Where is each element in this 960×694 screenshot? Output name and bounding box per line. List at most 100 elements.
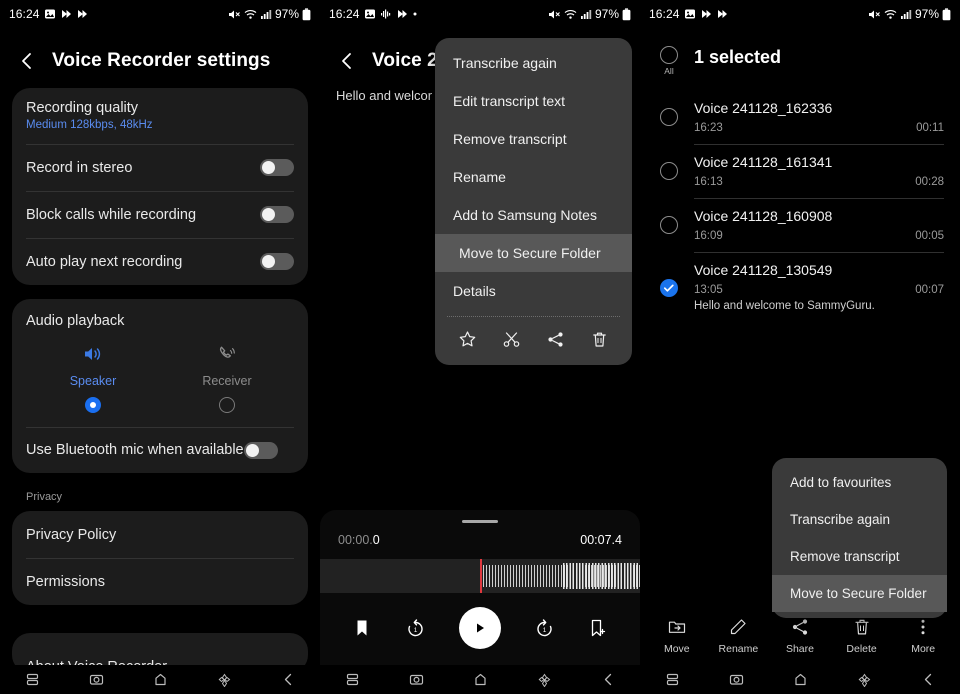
back-icon[interactable] (601, 672, 616, 687)
share-button[interactable]: Share (769, 617, 831, 655)
select-all-control[interactable]: All (660, 46, 678, 76)
battery-percent: 97% (274, 7, 299, 21)
item-checkbox-selected[interactable] (660, 279, 678, 297)
forward-10-icon[interactable]: 1 (534, 618, 555, 639)
popup-item-transcribe-again[interactable]: Transcribe again (772, 501, 947, 538)
item-checkbox[interactable] (660, 216, 678, 234)
back-icon[interactable] (921, 672, 936, 687)
status-bar: 16:24 97% (640, 0, 960, 28)
recents-icon[interactable] (665, 672, 680, 687)
back-icon[interactable] (281, 672, 296, 687)
delete-button[interactable]: Delete (831, 617, 893, 655)
list-item[interactable]: Voice 241128_161341 16:13 00:28 (640, 144, 960, 198)
recording-name: Voice 241128_160908 (694, 208, 833, 224)
add-bookmark-icon[interactable] (588, 618, 608, 638)
list-item[interactable]: Voice 241128_162336 16:23 00:11 (640, 90, 960, 144)
mute-icon (868, 8, 881, 21)
recording-duration: 00:11 (916, 122, 944, 134)
recording-time: 16:23 (694, 122, 723, 134)
play-button[interactable] (458, 607, 501, 649)
share-label: Share (785, 643, 814, 655)
menu-item-transcribe-again[interactable]: Transcribe again (435, 44, 632, 82)
menu-item-details[interactable]: Details (435, 272, 632, 310)
privacy-card: Privacy Policy Permissions (12, 511, 308, 605)
player-controls: 1 1 (320, 593, 640, 665)
bookmark-icon[interactable] (352, 618, 372, 638)
rename-button[interactable]: Rename (708, 617, 770, 655)
apps-icon[interactable] (537, 672, 552, 687)
panel-recording-list: 16:24 97% All 1 selected Voice 241128_16… (640, 0, 960, 694)
playback-receiver-radio[interactable] (219, 397, 235, 413)
menu-item-rename[interactable]: Rename (435, 158, 632, 196)
home-icon[interactable] (793, 672, 808, 687)
playback-option-speaker[interactable]: Speaker (26, 343, 160, 427)
rewind-10-icon[interactable]: 1 (405, 618, 426, 639)
wifi-icon (884, 8, 897, 21)
item-checkbox[interactable] (660, 162, 678, 180)
recording-time: 13:05 (694, 284, 723, 296)
bluetooth-mic-row[interactable]: Use Bluetooth mic when available (26, 427, 294, 473)
popup-item-remove-transcript[interactable]: Remove transcript (772, 538, 947, 575)
star-icon[interactable] (458, 330, 477, 349)
recents-icon[interactable] (25, 672, 40, 687)
battery-icon (942, 7, 951, 21)
item-checkbox[interactable] (660, 108, 678, 126)
list-item[interactable]: Voice 241128_160908 16:09 00:05 (640, 198, 960, 252)
list-item[interactable]: Voice 241128_130549 13:05 00:07 Hello an… (640, 252, 960, 324)
menu-item-edit-transcript-text[interactable]: Edit transcript text (435, 82, 632, 120)
wifi-icon (564, 8, 577, 21)
context-menu: Transcribe again Edit transcript text Re… (435, 38, 632, 365)
record-in-stereo-toggle[interactable] (260, 159, 294, 176)
trash-icon[interactable] (590, 330, 609, 349)
playback-option-receiver[interactable]: Receiver (160, 343, 294, 427)
popup-item-move-to-secure-folder[interactable]: Move to Secure Folder (772, 575, 947, 612)
block-calls-toggle[interactable] (260, 206, 294, 223)
delete-label: Delete (846, 643, 877, 655)
recording-duration: 00:07 (915, 284, 944, 296)
audio-player: 00:00.0 00:07.4 1 1 (320, 510, 640, 665)
auto-play-toggle[interactable] (260, 253, 294, 270)
block-calls-row[interactable]: Block calls while recording (26, 191, 294, 238)
play-icon (700, 8, 712, 20)
home-icon[interactable] (473, 672, 488, 687)
scissors-icon[interactable] (502, 330, 521, 349)
recording-quality-value: Medium 128kbps, 48kHz (26, 119, 153, 131)
back-icon[interactable] (336, 50, 358, 72)
auto-play-row[interactable]: Auto play next recording (26, 238, 294, 285)
recording-name: Voice 241128_161341 (694, 154, 833, 170)
phone-receiver-icon (216, 343, 238, 365)
elapsed-time-main: 00:00. (338, 533, 373, 547)
camera-icon[interactable] (729, 672, 744, 687)
recording-quality-row[interactable]: Recording quality Medium 128kbps, 48kHz (26, 88, 294, 144)
player-times: 00:00.0 00:07.4 (320, 523, 640, 559)
playhead[interactable] (480, 559, 482, 593)
screenshot-root: 16:24 97% Voice Recorder settings Record… (0, 0, 960, 694)
camera-icon[interactable] (89, 672, 104, 687)
menu-item-move-to-secure-folder[interactable]: Move to Secure Folder (435, 234, 632, 272)
permissions-row[interactable]: Permissions (26, 558, 294, 605)
apps-icon[interactable] (217, 672, 232, 687)
move-button[interactable]: Move (646, 617, 708, 655)
select-all-label: All (664, 66, 674, 76)
back-icon[interactable] (16, 50, 38, 72)
camera-icon[interactable] (409, 672, 424, 687)
permissions-label: Permissions (26, 573, 105, 590)
recents-icon[interactable] (345, 672, 360, 687)
menu-item-add-to-samsung-notes[interactable]: Add to Samsung Notes (435, 196, 632, 234)
auto-play-label: Auto play next recording (26, 253, 183, 270)
move-folder-icon (667, 617, 687, 637)
more-button[interactable]: More (892, 617, 954, 655)
recording-duration: 00:05 (915, 230, 944, 242)
record-in-stereo-row[interactable]: Record in stereo (26, 144, 294, 191)
popup-item-add-to-favourites[interactable]: Add to favourites (772, 464, 947, 501)
home-icon[interactable] (153, 672, 168, 687)
recording-name: Voice 241128_130549 (694, 262, 833, 278)
menu-item-remove-transcript[interactable]: Remove transcript (435, 120, 632, 158)
share-icon[interactable] (546, 330, 565, 349)
bluetooth-mic-toggle[interactable] (243, 441, 278, 459)
playback-speaker-radio[interactable] (85, 397, 101, 413)
waveform-seekbar[interactable] (320, 559, 640, 593)
apps-icon[interactable] (857, 672, 872, 687)
select-all-checkbox[interactable] (660, 46, 678, 64)
privacy-policy-row[interactable]: Privacy Policy (26, 511, 294, 558)
